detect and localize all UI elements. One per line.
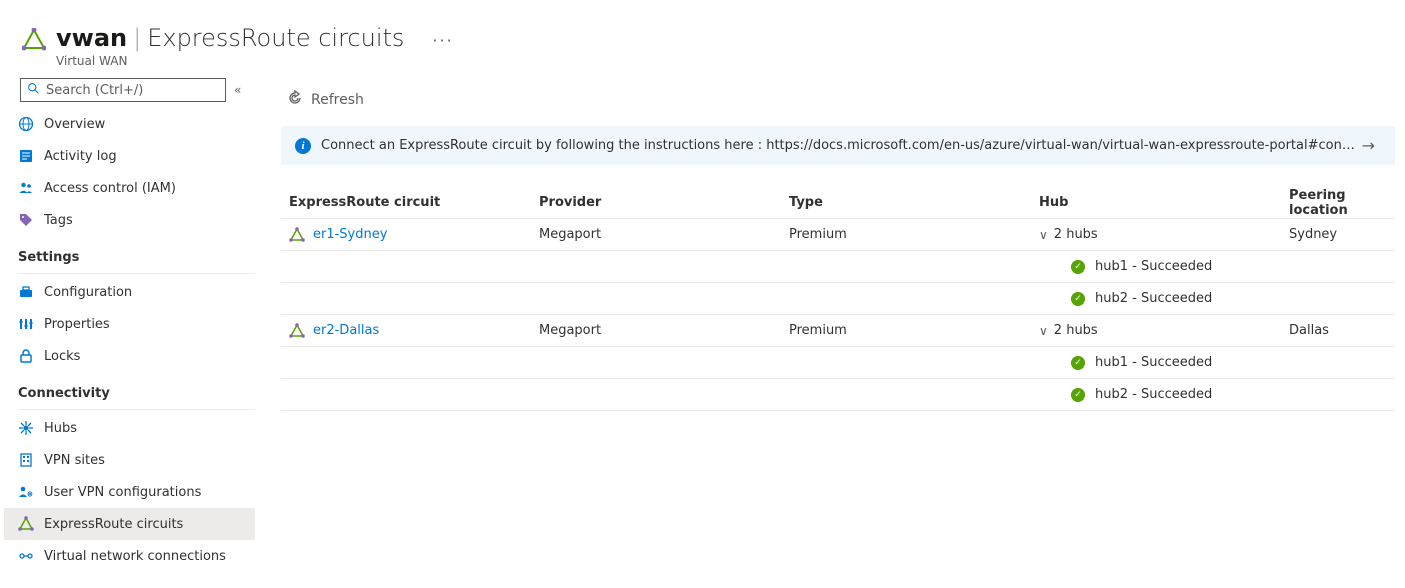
hub-status-row: ✓ hub1 - Succeeded [281, 347, 1395, 379]
refresh-button[interactable]: Refresh [281, 86, 370, 114]
success-icon: ✓ [1071, 292, 1085, 306]
expressroute-icon [289, 323, 305, 339]
sidebar-item-vnet-connections[interactable]: Virtual network connections [4, 540, 255, 572]
refresh-icon [287, 90, 311, 110]
sidebar: « Overview Activity log [0, 78, 255, 588]
col-header-peering[interactable]: Peering location [1281, 188, 1395, 218]
circuit-link[interactable]: er1-Sydney [313, 227, 387, 242]
circuit-link[interactable]: er2-Dallas [313, 323, 379, 338]
sidebar-item-locks[interactable]: Locks [4, 340, 255, 372]
info-icon: i [295, 138, 311, 154]
col-header-hub[interactable]: Hub [1031, 195, 1281, 210]
activity-log-icon [18, 148, 34, 164]
sidebar-item-properties[interactable]: Properties [4, 308, 255, 340]
table-header-row: ExpressRoute circuit Provider Type Hub P… [281, 187, 1395, 219]
vnet-icon [18, 548, 34, 564]
sidebar-item-iam[interactable]: Access control (IAM) [4, 172, 255, 204]
hub-status-row: ✓ hub2 - Succeeded [281, 283, 1395, 315]
hub-icon [18, 420, 34, 436]
resource-type: Virtual WAN [56, 54, 454, 68]
more-actions-icon[interactable]: ··· [404, 31, 453, 50]
col-header-provider[interactable]: Provider [531, 195, 781, 210]
main-content: Refresh i Connect an ExpressRoute circui… [255, 78, 1405, 588]
collapse-sidebar-icon[interactable]: « [226, 83, 249, 97]
col-header-circuit[interactable]: ExpressRoute circuit [281, 195, 531, 210]
sidebar-group-settings: Settings [4, 236, 255, 271]
properties-icon [18, 316, 34, 332]
globe-icon [18, 116, 34, 132]
sidebar-item-vpn-sites[interactable]: VPN sites [4, 444, 255, 476]
arrow-right-icon[interactable]: → [1356, 136, 1381, 155]
table-row[interactable]: er2-Dallas Megaport Premium ∨ 2 hubs Dal… [281, 315, 1395, 347]
sidebar-item-overview[interactable]: Overview [4, 108, 255, 140]
lock-icon [18, 348, 34, 364]
tag-icon [18, 212, 34, 228]
sidebar-group-connectivity: Connectivity [4, 372, 255, 407]
sidebar-item-tags[interactable]: Tags [4, 204, 255, 236]
sidebar-item-configuration[interactable]: Configuration [4, 276, 255, 308]
circuits-table: ExpressRoute circuit Provider Type Hub P… [281, 187, 1395, 411]
sidebar-item-activity-log[interactable]: Activity log [4, 140, 255, 172]
page-header: vwan | ExpressRoute circuits ··· Virtual… [0, 0, 1405, 78]
toolbar: Refresh [281, 78, 1395, 122]
info-text: Connect an ExpressRoute circuit by follo… [321, 138, 1356, 153]
sidebar-item-hubs[interactable]: Hubs [4, 412, 255, 444]
building-icon [18, 452, 34, 468]
success-icon: ✓ [1071, 356, 1085, 370]
page-title: ExpressRoute circuits [147, 24, 404, 52]
resource-name: vwan [56, 24, 127, 52]
search-input[interactable] [40, 83, 219, 98]
success-icon: ✓ [1071, 388, 1085, 402]
toolbox-icon [18, 284, 34, 300]
hub-status-row: ✓ hub1 - Succeeded [281, 251, 1395, 283]
info-banner: i Connect an ExpressRoute circuit by fol… [281, 126, 1395, 165]
expressroute-icon [18, 516, 34, 532]
user-config-icon [18, 484, 34, 500]
chevron-down-icon[interactable]: ∨ [1039, 228, 1048, 242]
sidebar-search[interactable] [20, 78, 226, 102]
expressroute-resource-icon [22, 28, 46, 52]
success-icon: ✓ [1071, 260, 1085, 274]
sidebar-item-user-vpn[interactable]: User VPN configurations [4, 476, 255, 508]
expressroute-icon [289, 227, 305, 243]
chevron-down-icon[interactable]: ∨ [1039, 324, 1048, 338]
sidebar-item-expressroute[interactable]: ExpressRoute circuits [4, 508, 255, 540]
hub-status-row: ✓ hub2 - Succeeded [281, 379, 1395, 411]
search-icon [27, 82, 40, 99]
col-header-type[interactable]: Type [781, 195, 1031, 210]
table-row[interactable]: er1-Sydney Megaport Premium ∨ 2 hubs Syd… [281, 219, 1395, 251]
people-icon [18, 180, 34, 196]
